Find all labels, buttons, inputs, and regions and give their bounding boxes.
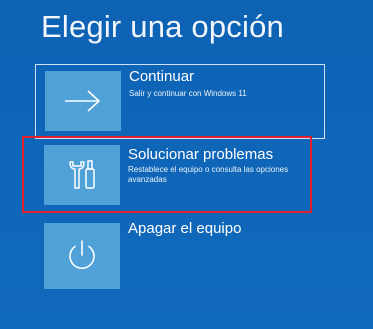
shutdown-title: Apagar el equipo bbox=[128, 220, 242, 237]
continue-description: Salir y continuar con Windows 11 bbox=[129, 89, 247, 98]
highlight-box bbox=[22, 136, 312, 213]
shutdown-option[interactable]: Apagar el equipo bbox=[35, 219, 325, 294]
continue-tile[interactable] bbox=[45, 71, 121, 131]
page-title: Elegir una opción bbox=[41, 9, 284, 44]
power-icon bbox=[69, 240, 95, 269]
continue-option[interactable]: Continuar Salir y continuar con Windows … bbox=[35, 64, 325, 139]
continue-title: Continuar bbox=[129, 68, 195, 85]
arrow-right-icon bbox=[65, 90, 101, 112]
shutdown-tile[interactable] bbox=[44, 223, 120, 289]
